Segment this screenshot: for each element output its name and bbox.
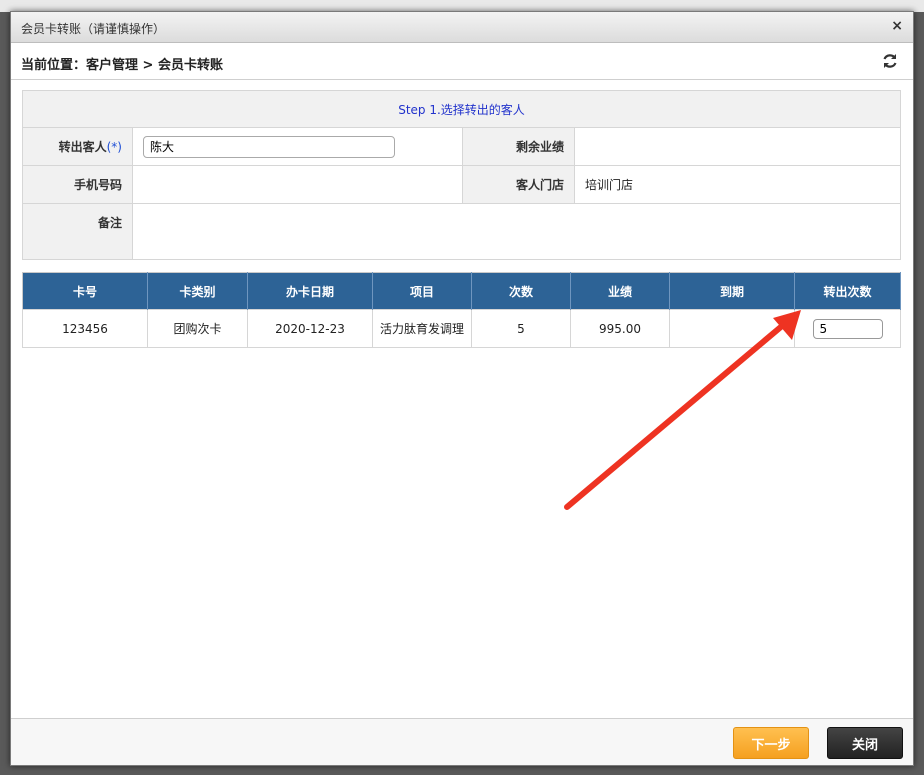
cell-card-type: 团购次卡	[147, 309, 248, 348]
phone-label: 手机号码	[22, 165, 133, 204]
dialog-footer: 下一步 关闭	[11, 718, 913, 765]
customer-form: Step 1.选择转出的客人 转出客人(*) 剩余业绩 手机号码 客人门店 培训…	[22, 90, 901, 260]
cell-card-no: 123456	[22, 309, 148, 348]
dialog-content: Step 1.选择转出的客人 转出客人(*) 剩余业绩 手机号码 客人门店 培训…	[22, 90, 901, 348]
col-performance: 业绩	[570, 272, 670, 310]
breadcrumb: 当前位置：客户管理 > 会员卡转账	[21, 58, 223, 73]
dialog-title: 会员卡转账（请谨慎操作）	[21, 22, 166, 36]
out-customer-label: 转出客人(*)	[22, 127, 133, 166]
out-customer-label-text: 转出客人	[58, 140, 107, 154]
transfer-count-input[interactable]	[812, 318, 883, 339]
out-customer-cell	[132, 127, 463, 166]
dialog-titlebar: 会员卡转账（请谨慎操作） ×	[11, 12, 913, 43]
required-mark: (*)	[106, 140, 122, 154]
cell-expire	[669, 309, 795, 348]
card-table-header: 卡号 卡类别 办卡日期 项目 次数 业绩 到期 转出次数	[22, 272, 901, 310]
refresh-icon[interactable]	[881, 52, 899, 70]
store-value: 培训门店	[574, 165, 901, 204]
card-table: 卡号 卡类别 办卡日期 项目 次数 业绩 到期 转出次数 123456 团购次卡…	[22, 272, 901, 348]
member-card-transfer-dialog: 会员卡转账（请谨慎操作） × 当前位置：客户管理 > 会员卡转账 Step 1.…	[10, 11, 914, 766]
out-customer-input[interactable]	[143, 135, 395, 158]
col-transfer-count: 转出次数	[794, 272, 901, 310]
location-bar: 当前位置：客户管理 > 会员卡转账	[11, 43, 913, 80]
phone-value	[132, 165, 463, 204]
cell-item: 活力肽育发调理	[372, 309, 472, 348]
col-expire: 到期	[669, 272, 795, 310]
col-card-type: 卡类别	[147, 272, 248, 310]
step-title: Step 1.选择转出的客人	[22, 90, 901, 128]
col-count: 次数	[471, 272, 571, 310]
cell-count: 5	[471, 309, 571, 348]
cell-performance: 995.00	[570, 309, 670, 348]
remark-value	[132, 203, 901, 260]
remaining-perf-label: 剩余业绩	[462, 127, 575, 166]
close-icon[interactable]: ×	[891, 18, 903, 34]
col-item: 项目	[372, 272, 472, 310]
remark-label: 备注	[22, 203, 133, 260]
remaining-perf-value	[574, 127, 901, 166]
store-label: 客人门店	[462, 165, 575, 204]
close-button[interactable]: 关闭	[827, 727, 903, 759]
table-row[interactable]: 123456 团购次卡 2020-12-23 活力肽育发调理 5 995.00	[22, 309, 901, 348]
cell-date: 2020-12-23	[247, 309, 373, 348]
cell-transfer-count	[794, 309, 901, 348]
col-date: 办卡日期	[247, 272, 373, 310]
next-step-button[interactable]: 下一步	[733, 727, 809, 759]
col-card-no: 卡号	[22, 272, 148, 310]
